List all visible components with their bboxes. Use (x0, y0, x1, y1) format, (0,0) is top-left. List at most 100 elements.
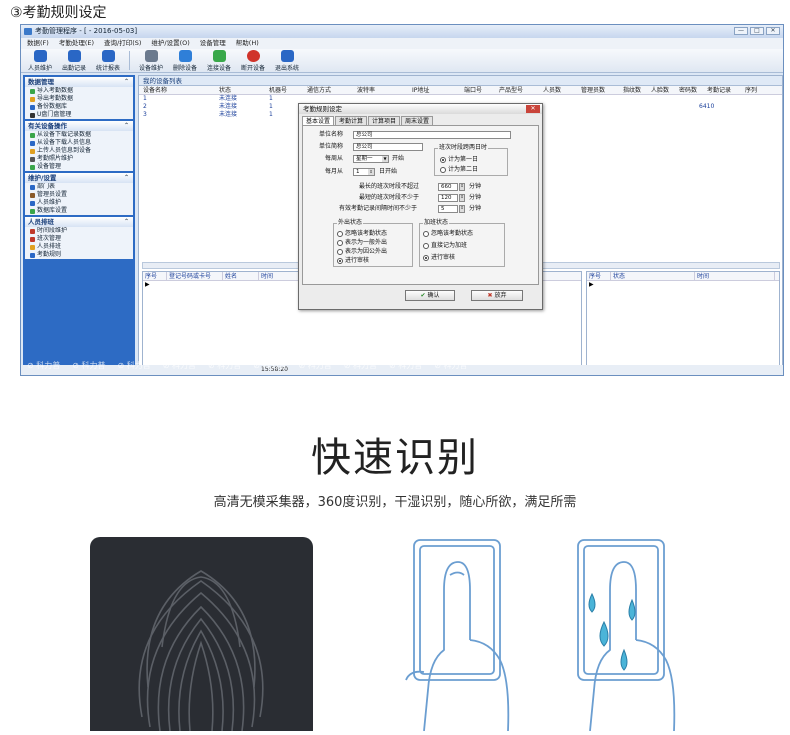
collapse-icon[interactable]: ⌃ (124, 217, 129, 227)
sidebar-item-rules[interactable]: 考勤规则 (25, 251, 133, 259)
app-screenshot: 考勤管理程序 - [ - 2016-05-03] — □ ✕ 数据(F) 考勤处… (20, 24, 784, 376)
spin-icon[interactable]: ⇕ (459, 183, 465, 191)
chevron-down-icon[interactable]: ▼ (382, 156, 388, 162)
min-shift-label: 最短的班次时段不少于 (359, 194, 420, 201)
cross-day-first-radio[interactable]: 计为第一日 (440, 156, 478, 163)
cancel-button[interactable]: ✖ 放弃 (471, 290, 523, 301)
disconnect-icon (246, 50, 260, 62)
month-start-label: 每月从 (325, 168, 344, 175)
sidebar-section-header[interactable]: 人员排班 ⌃ (25, 217, 133, 227)
minute-unit: 分钟 (469, 194, 482, 201)
sidebar-item-timeslots[interactable]: 时间段维护 (25, 227, 133, 235)
sidebar-item-admins[interactable]: 管理员设置 (25, 191, 133, 199)
upload-icon (30, 148, 35, 154)
sidebar-item-usb[interactable]: U盘门盘管理 (25, 111, 133, 119)
week-start-label: 每周从 (325, 155, 344, 162)
spin-icon[interactable]: ⇕ (368, 169, 374, 175)
step-label: ③考勤规则设定 (10, 5, 107, 21)
wet-finger-illustration (570, 530, 730, 732)
sidebar-item-backup[interactable]: 备份数据库 (25, 103, 133, 111)
ot-direct-radio[interactable]: 直接记为加班 (423, 242, 467, 249)
menu-attendance[interactable]: 考勤处理(E) (59, 38, 94, 49)
watermark: ⊘ 科力普 (343, 361, 377, 370)
out-business-radio[interactable]: 表示为因公外出 (337, 248, 387, 255)
toolbar-users-button[interactable]: 人员维护 (25, 49, 55, 72)
menu-help[interactable]: 帮助(H) (236, 38, 259, 49)
sidebar-item-import[interactable]: 导入考勤数据 (25, 87, 133, 95)
sidebar-item-photos[interactable]: 考勤照片维护 (25, 155, 133, 163)
close-icon: ✖ (487, 292, 493, 299)
minimize-button[interactable]: — (734, 27, 748, 35)
dialog-body: 单位名称 总公司 单位简称 总公司 每周从 星期一 ▼ 开始 每月从 1 ⇕ 日开始… (302, 125, 539, 285)
out-ignore-radio[interactable]: 忽略该考勤状态 (337, 230, 387, 237)
sidebar-item-download-users[interactable]: 从设备下载人员信息 (25, 139, 133, 147)
status-log-table: 序号 状态 时间 ▶ (586, 271, 780, 367)
sidebar-item-shifts[interactable]: 班次管理 (25, 235, 133, 243)
sidebar-section-schedule: 人员排班 ⌃ 时间段维护 班次管理 人员排班 考勤规则 (25, 217, 133, 259)
rules-icon (30, 252, 35, 258)
sidebar-item-download-records[interactable]: 从设备下载记录数据 (25, 131, 133, 139)
tab-calc[interactable]: 考勤计算 (335, 116, 368, 125)
sidebar-item-device-manage[interactable]: 设备管理 (25, 163, 133, 171)
download-icon (30, 132, 35, 138)
menu-data[interactable]: 数据(F) (27, 38, 49, 49)
table-row[interactable]: 1 未连接 1 (139, 95, 782, 103)
confirm-button[interactable]: ✔ 确认 (405, 290, 455, 301)
dialog-close-button[interactable]: ✕ (526, 105, 540, 113)
sidebar-item-scheduling[interactable]: 人员排班 (25, 243, 133, 251)
tab-items[interactable]: 计算项目 (368, 116, 401, 125)
menu-device[interactable]: 设备管理 (200, 38, 226, 49)
toolbar-device-button[interactable]: 设备维护 (136, 49, 166, 72)
sidebar-section-maintenance: 维护/设置 ⌃ 部门表 管理员设置 人员维护 数据库设置 (25, 173, 133, 215)
out-review-radio[interactable]: 进行审核 (337, 257, 369, 264)
sidebar: 数据管理 ⌃ 导入考勤数据 导出考勤数据 备份数据库 U盘门盘管理 有关设备操作 ⌃… (23, 75, 135, 367)
close-window-button[interactable]: ✕ (766, 27, 780, 35)
ot-ignore-radio[interactable]: 忽略该考勤状态 (423, 230, 473, 237)
toolbar-disconnect-button[interactable]: 断开设备 (238, 49, 268, 72)
sidebar-item-departments[interactable]: 部门表 (25, 183, 133, 191)
spin-icon[interactable]: ⇕ (459, 194, 465, 202)
overtime-status-group: 加班状态 忽略该考勤状态 直接记为加班 进行审核 (419, 219, 505, 267)
sidebar-section-data: 数据管理 ⌃ 导入考勤数据 导出考勤数据 备份数据库 U盘门盘管理 (25, 77, 133, 119)
tab-basic[interactable]: 基本设置 (302, 116, 335, 125)
out-general-radio[interactable]: 表示为一般外出 (337, 239, 387, 246)
week-start-select[interactable]: 星期一 ▼ (353, 155, 389, 163)
valid-interval-input[interactable]: 5 (438, 205, 458, 213)
menu-maintenance[interactable]: 维护/设置(O) (151, 38, 189, 49)
unit-short-label: 单位简称 (319, 143, 344, 150)
unit-short-input[interactable]: 总公司 (353, 143, 423, 151)
import-icon (30, 88, 35, 94)
fingerprint-icon (138, 570, 264, 731)
sidebar-item-export[interactable]: 导出考勤数据 (25, 95, 133, 103)
max-shift-input[interactable]: 660 (438, 183, 458, 191)
max-shift-label: 最长的班次时段不超过 (359, 183, 420, 190)
sidebar-section-header[interactable]: 维护/设置 ⌃ (25, 173, 133, 183)
toolbar-records-button[interactable]: 出勤记录 (59, 49, 89, 72)
minute-unit: 分钟 (469, 205, 482, 212)
sidebar-item-users[interactable]: 人员维护 (25, 199, 133, 207)
app-icon (24, 28, 32, 35)
menu-query-print[interactable]: 查询/打印(S) (104, 38, 141, 49)
cross-day-second-radio[interactable]: 计为第二日 (440, 166, 478, 173)
sidebar-section-header[interactable]: 数据管理 ⌃ (25, 77, 133, 87)
toolbar-delete-device-button[interactable]: 删除设备 (170, 49, 200, 72)
maximize-button[interactable]: □ (750, 27, 764, 35)
collapse-icon[interactable]: ⌃ (124, 77, 129, 87)
sidebar-item-upload-users[interactable]: 上传人员信息到设备 (25, 147, 133, 155)
min-shift-input[interactable]: 120 (438, 194, 458, 202)
sidebar-section-header[interactable]: 有关设备操作 ⌃ (25, 121, 133, 131)
usb-icon (30, 112, 35, 118)
toolbar-connect-button[interactable]: 连接设备 (204, 49, 234, 72)
check-icon: ✔ (420, 292, 426, 299)
spin-icon[interactable]: ⇕ (459, 205, 465, 213)
sidebar-item-database[interactable]: 数据库设置 (25, 207, 133, 215)
toolbar-exit-button[interactable]: 退出系统 (272, 49, 302, 72)
collapse-icon[interactable]: ⌃ (124, 173, 129, 183)
headline: 快速识别 (311, 435, 479, 481)
tab-weekend[interactable]: 周末设置 (401, 116, 434, 125)
unit-name-input[interactable]: 总公司 (353, 131, 511, 139)
collapse-icon[interactable]: ⌃ (124, 121, 129, 131)
month-start-input[interactable]: 1 ⇕ (353, 168, 375, 176)
ot-review-radio[interactable]: 进行审核 (423, 254, 455, 261)
toolbar-report-button[interactable]: 统计报表 (93, 49, 123, 72)
